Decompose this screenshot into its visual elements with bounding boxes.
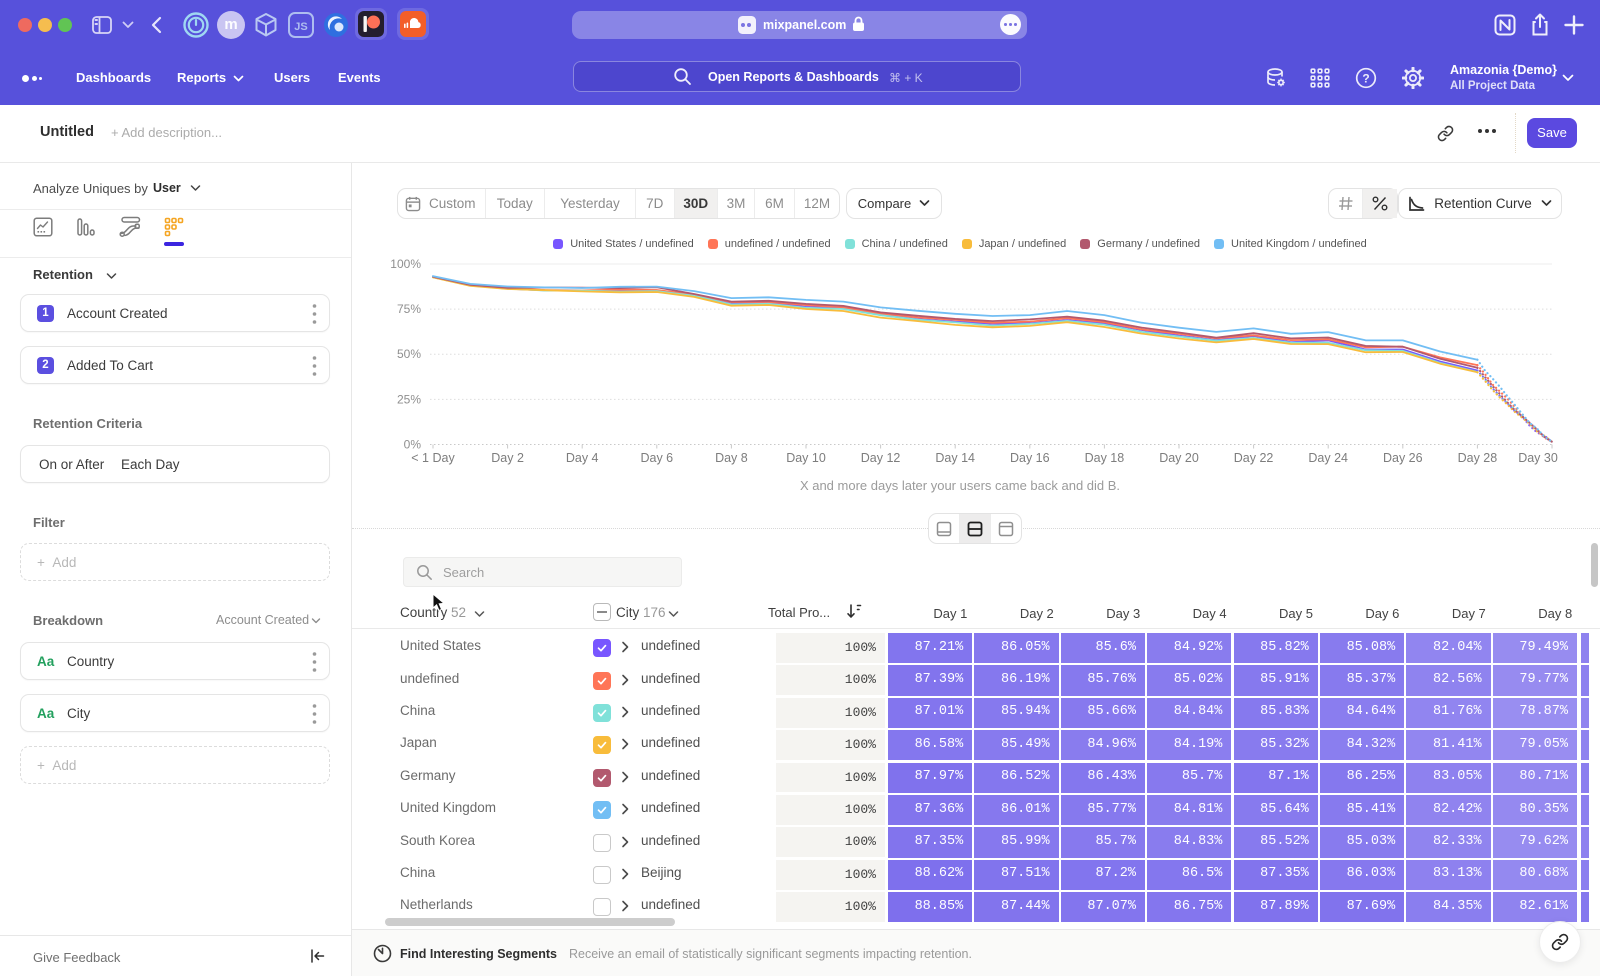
- svg-text:100%: 100%: [390, 257, 421, 271]
- svg-text:?: ?: [1362, 71, 1369, 85]
- svg-text:Day 16: Day 16: [1010, 451, 1050, 465]
- svg-text:Day 8: Day 8: [715, 451, 748, 465]
- svg-text:50%: 50%: [397, 347, 421, 361]
- svg-text:Day 22: Day 22: [1234, 451, 1274, 465]
- svg-text:< 1 Day: < 1 Day: [411, 451, 455, 465]
- svg-text:Day 6: Day 6: [640, 451, 673, 465]
- svg-text:Day 2: Day 2: [491, 451, 524, 465]
- svg-text:0%: 0%: [404, 438, 422, 452]
- svg-text:Day 26: Day 26: [1383, 451, 1423, 465]
- svg-text:Day 20: Day 20: [1159, 451, 1199, 465]
- svg-text:Day 14: Day 14: [935, 451, 975, 465]
- svg-text:JS: JS: [294, 21, 307, 33]
- svg-text:Day 30: Day 30: [1518, 451, 1558, 465]
- svg-text:Day 18: Day 18: [1085, 451, 1125, 465]
- svg-text:Day 10: Day 10: [786, 451, 826, 465]
- svg-text:75%: 75%: [397, 302, 421, 316]
- svg-text:Day 12: Day 12: [861, 451, 901, 465]
- svg-text:Day 28: Day 28: [1458, 451, 1498, 465]
- svg-text:Day 4: Day 4: [566, 451, 599, 465]
- svg-text:Day 24: Day 24: [1308, 451, 1348, 465]
- svg-text:25%: 25%: [397, 392, 421, 406]
